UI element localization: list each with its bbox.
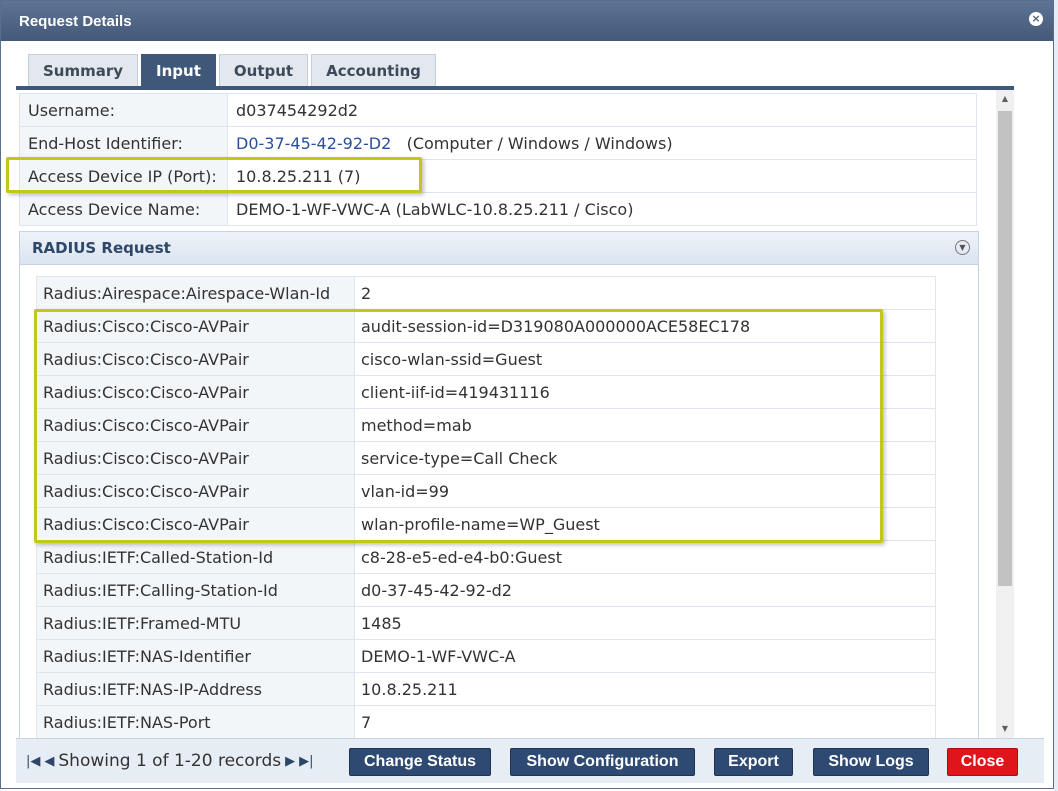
table-row: Access Device Name: DEMO-1-WF-VWC-A (Lab… [19,192,977,226]
radius-attribute-value: DEMO-1-WF-VWC-A [354,639,936,673]
tab-accounting[interactable]: Accounting [311,54,436,86]
radius-attributes-table: Radius:Airespace:Airespace-Wlan-Id 2 Radiu… [36,276,936,738]
tab-summary[interactable]: Summary [28,54,139,86]
radius-attribute-name: Radius:Cisco:Cisco-AVPair [36,441,355,475]
tab-output[interactable]: Output [218,54,309,86]
close-button[interactable]: Close [947,748,1018,776]
dialog-footer: |◀ ◀ Showing 1 of 1-20 records ▶ ▶| Chan… [16,738,1044,783]
radius-attribute-value: wlan-profile-name=WP_Guest [354,507,936,541]
username-value: d037454292d2 [227,93,977,127]
radius-request-header[interactable]: RADIUS Request ▼ [20,232,978,265]
change-status-button[interactable]: Change Status [349,748,491,776]
tab-bar: Summary Input Output Accounting [28,54,436,86]
table-row: Username: d037454292d2 [19,93,977,127]
scroll-down-icon[interactable]: ▼ [996,720,1014,737]
access-ip-value: 10.8.25.211 (7) [227,159,977,193]
close-icon[interactable]: × [1029,12,1043,26]
table-row: Radius:IETF:Calling-Station-Id d0-37-45-4… [36,573,936,607]
table-row: Radius:IETF:NAS-Identifier DEMO-1-WF-VWC-… [36,639,936,673]
table-row: Radius:IETF:NAS-IP-Address 10.8.25.211 [36,672,936,706]
table-row: Radius:Cisco:Cisco-AVPair vlan-id=99 [36,474,936,508]
table-row: End-Host Identifier: D0-37-45-42-92-D2 (… [19,126,977,160]
radius-attribute-name: Radius:Cisco:Cisco-AVPair [36,507,355,541]
radius-attribute-name: Radius:Cisco:Cisco-AVPair [36,408,355,442]
radius-attribute-name: Radius:IETF:NAS-Port [36,705,355,738]
radius-attribute-value: method=mab [354,408,936,442]
radius-attribute-name: Radius:Airespace:Airespace-Wlan-Id [36,276,355,310]
radius-attribute-value: audit-session-id=D319080A000000ACE58EC17… [354,309,936,343]
endhost-value: D0-37-45-42-92-D2 (Computer / Windows / … [227,126,977,160]
first-page-icon[interactable]: |◀ [26,754,40,769]
radius-attribute-name: Radius:Cisco:Cisco-AVPair [36,375,355,409]
radius-attribute-value: c8-28-e5-ed-e4-b0:Guest [354,540,936,574]
radius-attribute-value: client-iif-id=419431116 [354,375,936,409]
pager: |◀ ◀ Showing 1 of 1-20 records ▶ ▶| [26,751,314,771]
scroll-up-icon[interactable]: ▲ [996,90,1014,107]
access-ip-label: Access Device IP (Port): [19,159,228,193]
radius-attribute-value: d0-37-45-42-92-d2 [354,573,936,607]
username-label: Username: [19,93,228,127]
table-row: Access Device IP (Port): 10.8.25.211 (7) [19,159,977,193]
table-row: Radius:IETF:Called-Station-Id c8-28-e5-ed… [36,540,936,574]
access-name-value: DEMO-1-WF-VWC-A (LabWLC-10.8.25.211 / Ci… [227,192,977,226]
tab-input[interactable]: Input [141,54,216,86]
dialog-titlebar: Request Details × [1,1,1053,41]
table-row: Radius:Cisco:Cisco-AVPair method=mab [36,408,936,442]
radius-attribute-value: cisco-wlan-ssid=Guest [354,342,936,376]
scroll-thumb[interactable] [998,111,1012,586]
show-configuration-button[interactable]: Show Configuration [510,748,695,776]
radius-attribute-name: Radius:Cisco:Cisco-AVPair [36,474,355,508]
radius-attribute-value: vlan-id=99 [354,474,936,508]
radius-request-title: RADIUS Request [32,239,171,257]
request-details-dialog: Request Details × Summary Input Output A… [0,0,1054,789]
radius-attribute-value: 10.8.25.211 [354,672,936,706]
table-row: Radius:Cisco:Cisco-AVPair service-type=Ca… [36,441,936,475]
table-row: Radius:Cisco:Cisco-AVPair cisco-wlan-ssid… [36,342,936,376]
last-page-icon[interactable]: ▶| [299,754,313,769]
radius-attribute-value: service-type=Call Check [354,441,936,475]
radius-attribute-value: 1485 [354,606,936,640]
radius-attribute-name: Radius:IETF:Called-Station-Id [36,540,355,574]
radius-attribute-name: Radius:IETF:Framed-MTU [36,606,355,640]
dialog-title: Request Details [19,12,132,30]
export-button[interactable]: Export [714,748,793,776]
endhost-label: End-Host Identifier: [19,126,228,160]
endhost-link[interactable]: D0-37-45-42-92-D2 [236,134,391,153]
record-status: Showing 1 of 1-20 records [58,751,282,771]
radius-attribute-name: Radius:IETF:NAS-IP-Address [36,672,355,706]
show-logs-button[interactable]: Show Logs [813,748,929,776]
radius-attribute-name: Radius:Cisco:Cisco-AVPair [36,342,355,376]
collapse-icon[interactable]: ▼ [955,240,970,255]
vertical-scrollbar[interactable]: ▲ ▼ [996,90,1014,738]
table-row: Radius:Cisco:Cisco-AVPair client-iif-id=4… [36,375,936,409]
radius-attribute-name: Radius:IETF:Calling-Station-Id [36,573,355,607]
next-page-icon[interactable]: ▶ [285,754,295,769]
input-content: Username: d037454292d2 End-Host Identifi… [16,90,995,738]
radius-attribute-name: Radius:IETF:NAS-Identifier [36,639,355,673]
summary-table: Username: d037454292d2 End-Host Identifi… [19,93,977,226]
radius-request-panel: RADIUS Request ▼ Radius:Airespace:Airesp… [19,231,979,738]
prev-page-icon[interactable]: ◀ [44,754,54,769]
table-row: Radius:Cisco:Cisco-AVPair audit-session-i… [36,309,936,343]
table-row: Radius:Cisco:Cisco-AVPair wlan-profile-na… [36,507,936,541]
background-edge [1054,0,1058,791]
table-row: Radius:IETF:NAS-Port 7 [36,705,936,738]
radius-attribute-name: Radius:Cisco:Cisco-AVPair [36,309,355,343]
table-row: Radius:IETF:Framed-MTU 1485 [36,606,936,640]
table-row: Radius:Airespace:Airespace-Wlan-Id 2 [36,276,936,310]
radius-attribute-value: 2 [354,276,936,310]
access-name-label: Access Device Name: [19,192,228,226]
endhost-description: (Computer / Windows / Windows) [406,133,673,153]
radius-attribute-value: 7 [354,705,936,738]
